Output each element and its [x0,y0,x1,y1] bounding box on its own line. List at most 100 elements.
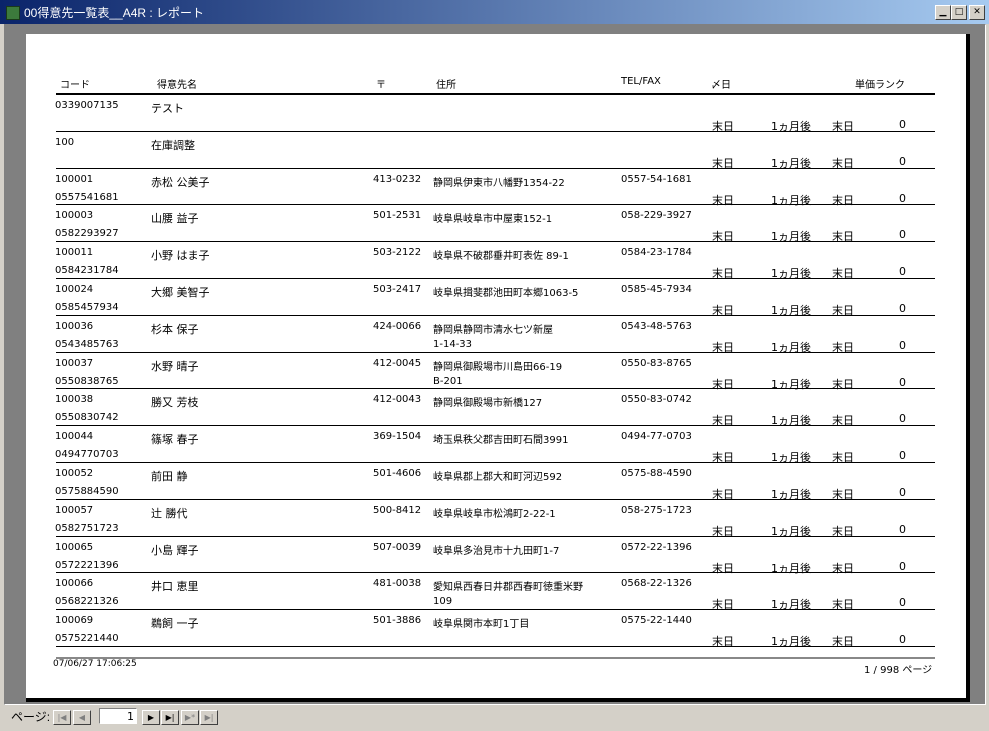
row-tel: 0550-83-0742 [621,394,692,406]
row-divider [56,498,935,500]
close-preview-button[interactable]: ▶| [200,710,218,725]
row-tel: 058-229-3927 [621,210,692,222]
row-name: 杉本 保子 [151,322,199,336]
row-address-1: 埼玉県秩父郡吉田町石間3991 [433,435,569,447]
row-tel-id: 0543485763 [55,338,119,350]
row-name: 前田 静 [151,470,188,483]
header-zip: 〒 [376,80,386,91]
row-code: 100011 [55,247,94,259]
row-divider [56,167,935,169]
row-zip: 501-3886 [373,615,422,627]
row-tel: 0575-88-4590 [621,468,692,479]
minimize-button[interactable]: ▁ [935,5,951,20]
row-tel-id: 0582293927 [55,228,119,240]
title-bar: 00得意先一覧表__A4R : レポート ▁ □ ✕ [0,0,989,24]
row-tel: 0557-54-1681 [621,173,692,185]
row-code: 100001 [55,173,94,185]
row-address-1: 岐阜県岐阜市松鴻町2-22-1 [433,508,556,520]
row-zip: 413-0232 [373,173,422,185]
row-code: 100057 [55,504,94,516]
row-name: 井口 恵里 [151,580,199,594]
row-address-2: 109 [433,596,453,608]
row-rank: 0 [899,522,906,536]
row-name: 在庫調整 [151,138,195,152]
report-icon [6,6,20,20]
row-code: 100038 [55,394,94,406]
row-rank: 0 [899,486,906,499]
header-rank: 単価ランク [855,80,905,91]
row-tel: 0543-48-5763 [621,320,692,332]
row-tel: 058-275-1723 [621,504,692,516]
row-rank: 0 [899,302,906,315]
row-tel: 0568-22-1326 [621,578,692,590]
row-zip: 503-2122 [373,247,422,259]
row-code: 100066 [55,578,94,590]
first-page-button[interactable]: |◀ [53,710,71,725]
row-zip: 500-8412 [373,504,422,516]
row-tel-id: 0557541681 [55,191,119,203]
row-tel-id: 0568221326 [55,596,119,608]
header-name: 得意先名 [157,80,197,91]
row-divider [56,646,935,647]
row-name: テスト [151,102,184,115]
report-page: コード 得意先名 〒 住所 TEL/FAX 〆日 単価ランク 033900713… [26,34,970,702]
row-name: 水野 晴子 [151,359,199,373]
row-address-1: 静岡県御殿場市川島田66-19 [433,361,563,373]
row-address-1: 岐阜県揖斐郡池田町本郷1063-5 [433,288,579,299]
row-divider [56,204,935,206]
prev-page-button[interactable]: ◀ [73,710,91,725]
footer-rule [56,657,935,659]
row-tel: 0550-83-8765 [621,357,692,369]
row-divider [56,535,935,537]
row-address-1: 愛知県西春日井郡西春町徳重米野 [433,582,583,594]
row-address-2: 1-14-33 [433,338,473,350]
row-divider [56,609,935,611]
page-number-input[interactable]: 1 [99,708,137,724]
close-button[interactable]: ✕ [969,5,985,20]
row-tel-id: 0582751723 [55,522,119,534]
row-code: 100065 [55,541,94,553]
row-tel-id: 0494770703 [55,449,119,461]
row-address-1: 岐阜県関市本町1丁目 [433,619,530,631]
row-rank: 0 [899,559,906,573]
row-tel-id: 0575221440 [55,633,119,645]
row-tel-id: 0572221396 [55,559,119,571]
row-name: 鵜飼 一子 [151,617,199,631]
header-tel: TEL/FAX [621,76,661,87]
row-address-2: B-201 [433,375,463,387]
row-rank: 0 [899,228,906,242]
row-address-1: 岐阜県多治見市十九田町1-7 [433,545,560,557]
row-name: 勝又 芳枝 [151,396,199,410]
last-page-button[interactable]: ▶| [161,710,179,725]
print-timestamp: 07/06/27 17:06:25 [53,659,137,669]
row-name: 辻 勝代 [151,506,188,520]
row-rank: 0 [899,338,906,352]
new-record-button[interactable]: ▶* [181,710,199,725]
page-count: 1 / 998 ページ [864,665,933,676]
row-rank: 0 [899,191,906,205]
header-code: コード [60,80,90,91]
row-name: 小野 はま子 [151,249,210,263]
row-name: 篠塚 春子 [151,433,199,447]
row-divider [56,130,935,132]
row-code: 100003 [55,210,94,222]
row-address-1: 岐阜県郡上郡大和町河辺592 [433,472,563,483]
row-code: 100036 [55,320,94,332]
next-page-button[interactable]: ▶ [142,710,160,725]
row-code: 100069 [55,615,94,627]
row-divider [56,462,935,463]
header-rule [56,93,935,95]
row-tel-id: 0584231784 [55,265,119,277]
row-code: 100 [55,136,75,148]
row-divider [56,351,935,353]
row-zip: 501-2531 [373,210,422,222]
header-address: 住所 [436,80,456,91]
row-tel-id: 0585457934 [55,302,119,313]
maximize-button[interactable]: □ [951,5,967,20]
row-name: 赤松 公美子 [151,175,210,189]
row-address-1: 岐阜県不破郡垂井町表佐 89-1 [433,251,569,263]
row-rank: 0 [899,375,906,389]
row-tel-id: 0550838765 [55,375,119,387]
row-name: 小島 輝子 [151,543,199,557]
row-zip: 369-1504 [373,431,422,443]
